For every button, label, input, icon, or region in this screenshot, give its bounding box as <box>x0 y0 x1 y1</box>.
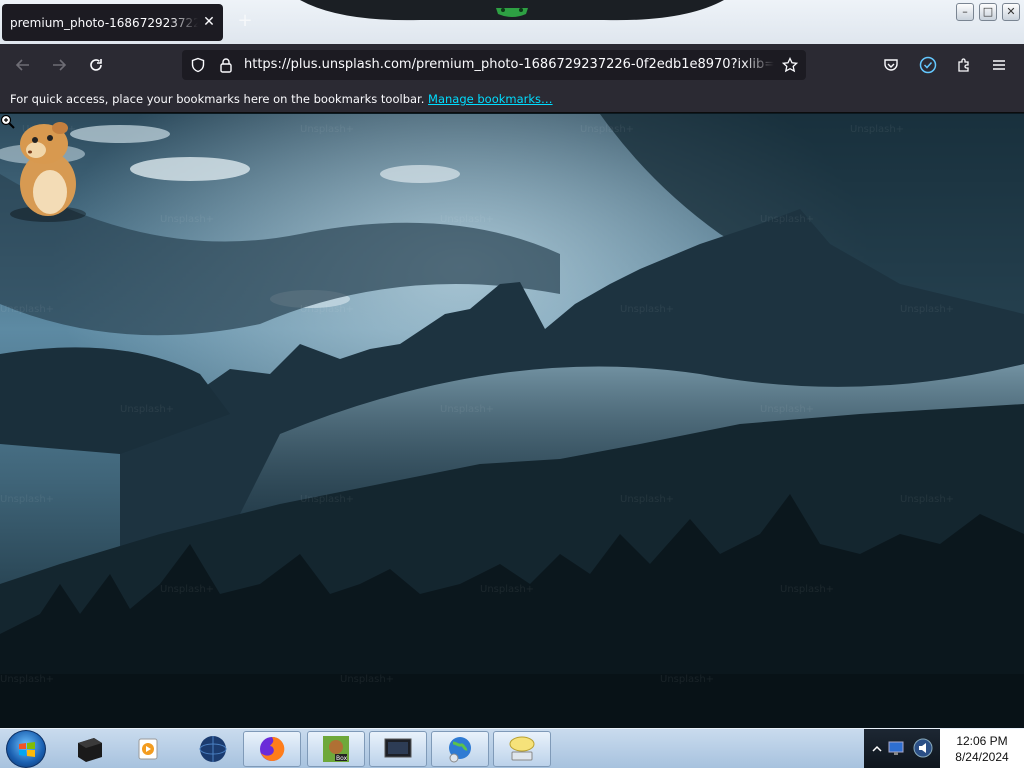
firefox-icon <box>260 736 285 761</box>
taskbar-app-media-player[interactable] <box>120 731 178 767</box>
puzzle-piece-icon <box>958 58 969 72</box>
bookmarks-hint-text: For quick access, place your bookmarks h… <box>10 92 425 106</box>
windows-taskbar: Box 12:06 PM 8/24/2024 <box>0 728 1024 768</box>
tab-title: premium_photo-1686729237226-0f2edb1e8970… <box>10 15 198 30</box>
windows-flag-icon <box>19 742 35 757</box>
titlebar-notch-decoration <box>300 0 724 21</box>
arrow-right-icon <box>53 59 67 71</box>
taskbar-app-display[interactable] <box>369 731 427 767</box>
speaker-icon[interactable] <box>912 737 934 759</box>
start-button[interactable] <box>6 730 46 768</box>
extensions-button[interactable] <box>952 53 976 77</box>
back-button[interactable] <box>11 53 35 77</box>
account-check-icon <box>919 56 937 74</box>
pocket-button[interactable] <box>879 53 903 77</box>
monitor-icon <box>384 738 412 758</box>
window-close-button[interactable]: ✕ <box>1002 3 1020 21</box>
window-minimize-button[interactable]: – <box>956 3 974 21</box>
hamburger-menu-icon <box>993 60 1005 70</box>
app-menu-button[interactable] <box>987 53 1011 77</box>
taskbar-app-terminal[interactable] <box>60 731 118 767</box>
box-game-icon: Box <box>323 736 349 762</box>
bookmark-star-icon[interactable] <box>782 57 798 73</box>
clock-date: 8/24/2024 <box>955 750 1009 764</box>
shield-icon[interactable] <box>190 57 206 73</box>
taskbar-app-network-globe[interactable] <box>431 731 489 767</box>
browser-tab[interactable]: premium_photo-1686729237226-0f2edb1e8970… <box>2 4 223 41</box>
taskbar-app-box-game[interactable]: Box <box>307 731 365 767</box>
reload-icon <box>90 59 102 71</box>
page-content-image[interactable]: Unsplash+ Unsplash+ Unsplash+ Unsplash+ … <box>0 114 1024 728</box>
bookmarks-toolbar: For quick access, place your bookmarks h… <box>0 86 1024 113</box>
keyboard-chat-icon <box>509 736 535 761</box>
forward-button[interactable] <box>47 53 71 77</box>
reload-button[interactable] <box>84 53 108 77</box>
taskbar-app-globe[interactable] <box>184 731 242 767</box>
account-sync-button[interactable] <box>916 53 940 77</box>
terminal-box-icon <box>78 738 102 762</box>
pocket-icon <box>884 59 898 71</box>
system-tray <box>864 729 940 768</box>
svg-text:Box: Box <box>336 755 348 762</box>
taskbar-app-firefox[interactable] <box>243 731 301 767</box>
hamster-desktop-pet[interactable] <box>0 114 92 226</box>
clock-time: 12:06 PM <box>956 734 1008 748</box>
url-text[interactable]: https://plus.unsplash.com/premium_photo-… <box>244 57 774 72</box>
network-globe-icon <box>449 737 471 763</box>
window-maximize-button[interactable]: □ <box>979 3 997 21</box>
taskbar-app-keyboard-chat[interactable] <box>493 731 551 767</box>
lock-icon[interactable] <box>218 57 234 73</box>
navigation-toolbar: https://plus.unsplash.com/premium_photo-… <box>0 44 1024 86</box>
tab-close-button[interactable]: ✕ <box>201 14 217 30</box>
arrow-left-icon <box>15 59 29 71</box>
show-hidden-icons-icon[interactable] <box>870 741 884 757</box>
manage-bookmarks-link[interactable]: Manage bookmarks… <box>428 92 553 106</box>
media-player-icon <box>138 738 158 760</box>
globe-icon <box>199 736 227 762</box>
mountain-photo <box>0 114 1024 728</box>
browser-tab-strip: premium_photo-1686729237226-0f2edb1e8970… <box>0 0 1024 44</box>
taskbar-clock[interactable]: 12:06 PM 8/24/2024 <box>940 729 1024 768</box>
network-monitor-icon[interactable] <box>888 737 910 759</box>
new-tab-button[interactable]: + <box>236 12 254 30</box>
desktop-screen: premium_photo-1686729237226-0f2edb1e8970… <box>0 0 1024 768</box>
address-bar[interactable]: https://plus.unsplash.com/premium_photo-… <box>182 50 806 80</box>
